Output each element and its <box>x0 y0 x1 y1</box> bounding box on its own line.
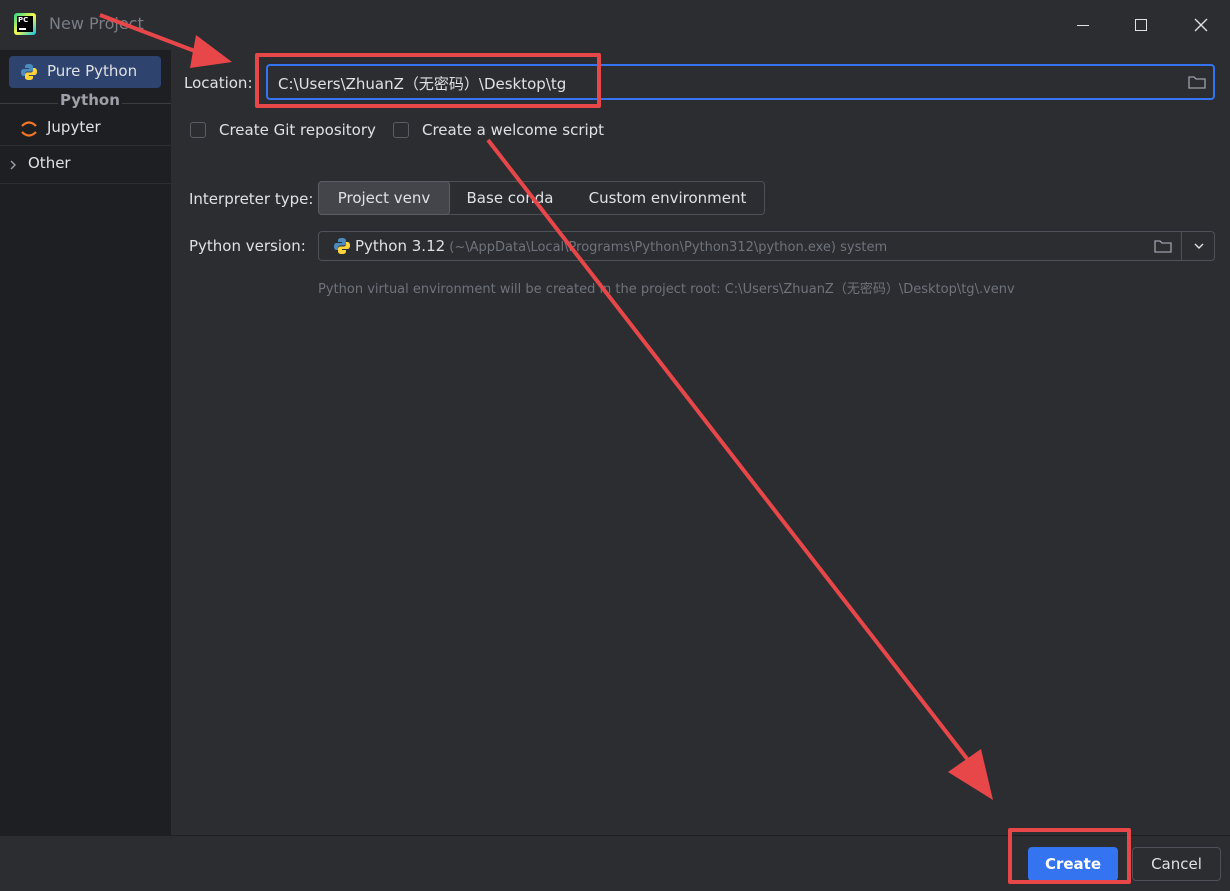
python-icon <box>21 64 37 80</box>
python-version-path: (~\AppData\Local\Programs\Python\Python3… <box>445 240 888 255</box>
annotation-arrowhead-2 <box>948 749 993 800</box>
sidebar-item-other[interactable]: Other <box>0 147 171 183</box>
folder-icon[interactable] <box>1154 239 1172 253</box>
sidebar-item-label: Other <box>28 154 71 172</box>
window-title: New Project <box>49 14 144 33</box>
sidebar-item-label: Jupyter <box>47 118 101 136</box>
maximize-icon <box>1135 19 1147 31</box>
sidebar-item-label: Pure Python <box>47 62 138 80</box>
location-highlight-box <box>255 53 601 108</box>
custom-environment-option[interactable]: Custom environment <box>570 182 765 214</box>
annotation-arrows <box>99 13 993 800</box>
divider <box>0 145 171 146</box>
chevron-right-icon <box>10 160 16 170</box>
base-conda-option[interactable]: Base conda <box>450 182 570 214</box>
folder-icon[interactable] <box>1188 75 1206 89</box>
python-version-label: Python version: <box>189 237 306 255</box>
dropdown-divider <box>1181 232 1182 260</box>
python-version-dropdown[interactable]: Python 3.12 (~\AppData\Local\Programs\Py… <box>318 231 1215 261</box>
logo-text: PC <box>18 16 29 24</box>
minimize-icon <box>1077 25 1089 26</box>
sidebar-item-jupyter[interactable]: Jupyter <box>0 111 171 147</box>
project-type-sidebar: Pure Python Python Jupyter Other <box>0 50 171 835</box>
sidebar-item-pure-python[interactable]: Pure Python <box>9 56 161 88</box>
close-button[interactable] <box>1181 10 1221 40</box>
project-venv-option[interactable]: Project venv <box>318 181 450 215</box>
interpreter-type-selector: Project venv Base conda Custom environme… <box>318 181 765 215</box>
title-bar: PC New Project <box>0 0 1230 50</box>
jupyter-icon <box>21 121 37 137</box>
minimize-button[interactable] <box>1063 10 1103 40</box>
interpreter-type-label: Interpreter type: <box>189 190 314 208</box>
create-git-checkbox[interactable] <box>190 122 206 138</box>
divider <box>0 183 171 184</box>
python-version-name: Python 3.12 <box>355 237 446 255</box>
sidebar-group-label: Python <box>58 91 122 109</box>
create-highlight-box <box>1008 828 1131 884</box>
maximize-button[interactable] <box>1121 10 1161 40</box>
location-label: Location: <box>184 74 253 92</box>
create-git-label: Create Git repository <box>219 121 376 139</box>
python-version-text: Python 3.12 (~\AppData\Local\Programs\Py… <box>355 237 887 255</box>
pycharm-logo-icon: PC <box>14 13 36 35</box>
python-icon <box>334 238 350 254</box>
venv-hint-text: Python virtual environment will be creat… <box>318 282 1015 297</box>
cancel-button[interactable]: Cancel <box>1132 847 1221 881</box>
welcome-script-label: Create a welcome script <box>422 121 605 139</box>
welcome-script-checkbox[interactable] <box>393 122 409 138</box>
close-icon <box>1194 18 1208 32</box>
chevron-down-icon[interactable] <box>1192 239 1206 253</box>
